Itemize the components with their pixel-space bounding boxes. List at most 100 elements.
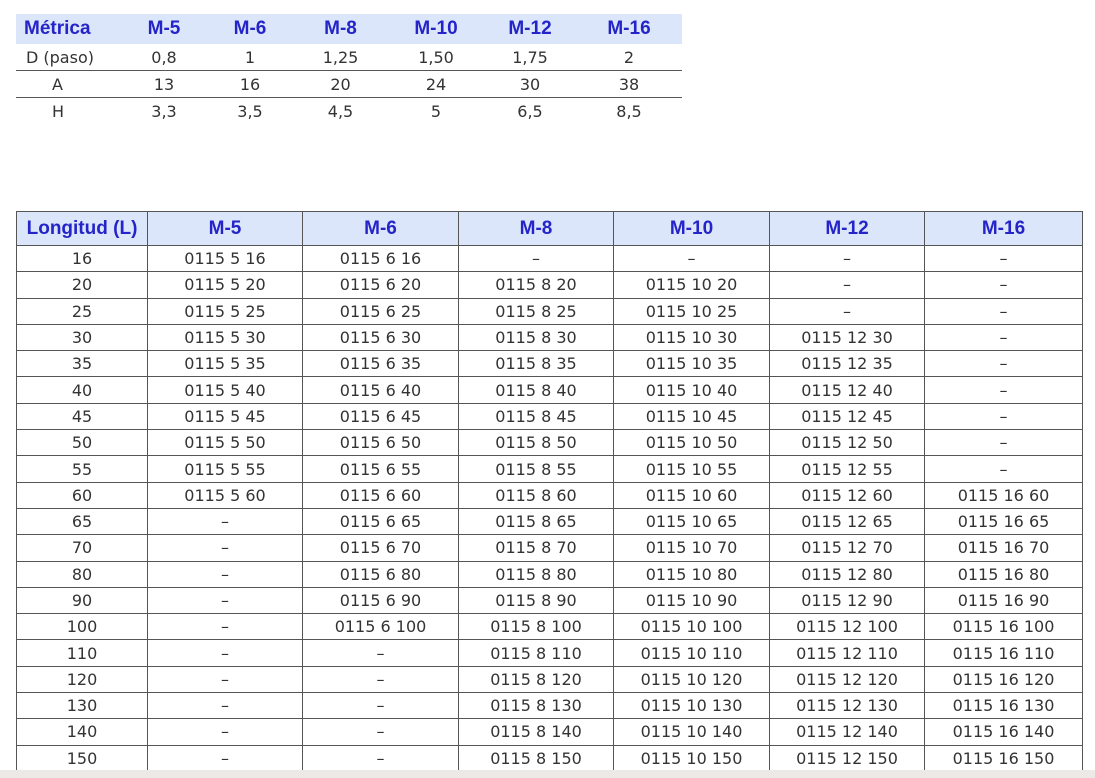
header-m6: M-6: [302, 211, 459, 246]
part-code-cell: 0115 16 130: [924, 692, 1083, 720]
length-table-header: Longitud (L) M-5 M-6 M-8 M-10 M-12 M-16: [16, 211, 1083, 246]
length-value-cell: 16: [16, 244, 148, 273]
length-value-cell: 110: [16, 639, 148, 667]
header-m16: M-16: [924, 211, 1083, 246]
spec-header-m8: M-8: [293, 14, 388, 44]
length-value-cell: 80: [16, 560, 148, 588]
part-code-cell: 0115 12 40: [769, 376, 925, 404]
spec-header-m5: M-5: [121, 14, 207, 44]
part-code-cell: –: [924, 376, 1083, 404]
spec-cell: 3,3: [151, 101, 177, 121]
part-code-cell: –: [147, 534, 303, 562]
part-code-cell: 0115 12 80: [769, 560, 925, 588]
part-code-cell: 0115 6 60: [302, 481, 459, 509]
table-row: 50 0115 5 50 0115 6 50 0115 8 50 0115 10 50 0…: [16, 429, 1083, 457]
part-code-cell: 0115 10 130: [613, 692, 770, 720]
part-code-cell: 0115 6 16: [302, 244, 459, 273]
part-code-cell: 0115 6 20: [302, 271, 459, 299]
part-code-cell: –: [147, 665, 303, 694]
part-code-cell: 0115 12 50: [769, 429, 925, 457]
part-code-cell: –: [147, 613, 303, 641]
part-code-cell: –: [302, 665, 459, 694]
length-value-cell: 90: [16, 586, 148, 615]
part-code-cell: 0115 16 100: [924, 613, 1083, 641]
part-code-cell: 0115 6 65: [302, 507, 459, 536]
part-code-cell: 0115 10 140: [613, 718, 770, 746]
part-code-cell: 0115 12 120: [769, 665, 925, 694]
part-code-cell: –: [147, 692, 303, 720]
part-code-cell: 0115 10 60: [613, 481, 770, 509]
header-m10: M-10: [613, 211, 770, 246]
part-code-cell: 0115 10 150: [613, 744, 770, 772]
part-code-cell: 0115 6 55: [302, 455, 459, 483]
part-code-cell: 0115 8 60: [458, 481, 614, 509]
part-code-cell: 0115 12 90: [769, 586, 925, 615]
length-value-cell: 20: [16, 271, 148, 299]
header-m5: M-5: [147, 211, 303, 246]
length-value-cell: 140: [16, 718, 148, 746]
spec-cell: 1,75: [484, 44, 576, 71]
part-code-cell: 0115 8 120: [458, 665, 614, 694]
part-code-cell: 0115 10 100: [613, 613, 770, 641]
spec-cell: 30: [484, 70, 576, 98]
part-code-cell: –: [147, 507, 303, 536]
part-code-cell: 0115 6 30: [302, 323, 459, 352]
part-code-cell: 0115 12 55: [769, 455, 925, 483]
part-code-cell: 0115 16 140: [924, 718, 1083, 746]
spec-cell: 1,50: [388, 44, 484, 71]
length-value-cell: 100: [16, 613, 148, 641]
length-value-cell: 25: [16, 297, 148, 325]
part-code-cell: 0115 12 70: [769, 534, 925, 562]
table-row: 130– –0115 8 130 0115 10 130 0115 12 130 011…: [16, 692, 1083, 720]
part-code-cell: 0115 16 65: [924, 507, 1083, 536]
part-code-cell: 0115 16 80: [924, 560, 1083, 588]
part-code-cell: 0115 6 50: [302, 429, 459, 457]
length-value-cell: 35: [16, 350, 148, 378]
part-code-cell: –: [924, 350, 1083, 378]
table-row: 70–0115 6 70 0115 8 70 0115 10 70 0115 12 7…: [16, 534, 1083, 562]
spec-row-label: A: [16, 70, 121, 98]
part-code-cell: –: [769, 297, 925, 325]
part-code-cell: –: [924, 323, 1083, 352]
part-code-cell: 0115 6 90: [302, 586, 459, 615]
part-code-cell: –: [924, 429, 1083, 457]
part-code-cell: 0115 8 30: [458, 323, 614, 352]
spec-cell: 13: [121, 70, 207, 98]
part-code-cell: 0115 12 130: [769, 692, 925, 720]
part-code-cell: 0115 12 150: [769, 744, 925, 772]
spec-cell: 6,5: [517, 101, 543, 121]
spec-cell: 16: [207, 70, 293, 98]
table-row: 60 0115 5 60 0115 6 60 0115 8 60 0115 10 60 0…: [16, 481, 1083, 509]
page-bottom-strip: [0, 770, 1095, 778]
part-code-cell: 0115 5 35: [147, 350, 303, 378]
length-value-cell: 65: [16, 507, 148, 536]
spec-cell: 1: [207, 44, 293, 71]
part-code-cell: –: [924, 402, 1083, 431]
part-code-cell: 0115 10 30: [613, 323, 770, 352]
part-code-cell: 0115 5 50: [147, 429, 303, 457]
part-code-cell: 0115 6 35: [302, 350, 459, 378]
part-code-cell: 0115 8 100: [458, 613, 614, 641]
spec-header-m6: M-6: [207, 14, 293, 44]
part-code-cell: –: [147, 639, 303, 667]
part-code-cell: 0115 10 55: [613, 455, 770, 483]
part-code-cell: 0115 16 150: [924, 744, 1083, 772]
spec-row-h: H 3,3 3,5 4,5 5 6,5 8,5: [16, 98, 682, 125]
table-row: 40 0115 5 40 0115 6 40 0115 8 40 0115 10 40 0…: [16, 376, 1083, 404]
part-code-cell: 0115 12 100: [769, 613, 925, 641]
spec-cell: 8,5: [616, 101, 642, 121]
part-code-cell: 0115 16 110: [924, 639, 1083, 667]
length-table-body: 16 0115 5 16 0115 6 16– – – –20 0115 5 20 0115 …: [16, 244, 1083, 772]
spec-header-m12: M-12: [484, 14, 576, 44]
part-code-cell: 0115 10 120: [613, 665, 770, 694]
part-code-cell: –: [147, 744, 303, 772]
spec-cell: 2: [576, 44, 682, 71]
part-code-cell: 0115 10 110: [613, 639, 770, 667]
part-code-cell: 0115 8 130: [458, 692, 614, 720]
part-code-cell: 0115 8 110: [458, 639, 614, 667]
part-code-cell: 0115 12 45: [769, 402, 925, 431]
part-code-cell: 0115 6 100: [302, 613, 459, 641]
part-code-cell: –: [769, 271, 925, 299]
part-code-cell: 0115 5 25: [147, 297, 303, 325]
part-code-cell: 0115 16 90: [924, 586, 1083, 615]
